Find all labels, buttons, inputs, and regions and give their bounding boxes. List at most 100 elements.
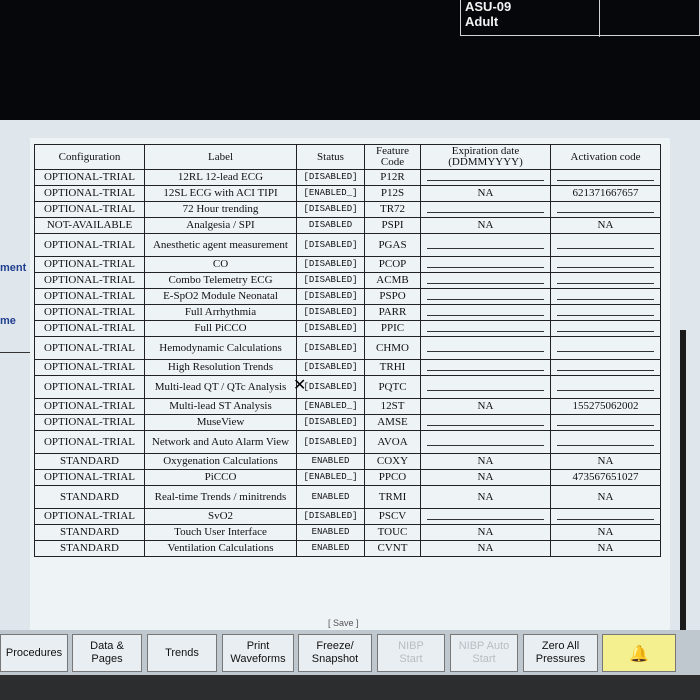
table-row[interactable]: STANDARD Oxygenation Calculations ENABLED C…: [34, 453, 661, 470]
activation-cell[interactable]: [550, 430, 661, 454]
empty-entry-field[interactable]: [557, 174, 654, 181]
activation-cell[interactable]: 621371667657: [550, 185, 661, 202]
activation-cell[interactable]: 155275062002: [550, 398, 661, 415]
activation-cell[interactable]: [550, 201, 661, 218]
activation-cell[interactable]: [550, 336, 661, 360]
activation-cell[interactable]: NA: [550, 217, 661, 234]
activation-cell[interactable]: NA: [550, 453, 661, 470]
expiration-cell[interactable]: NA: [420, 540, 551, 557]
empty-entry-field[interactable]: [557, 242, 654, 249]
activation-cell[interactable]: NA: [550, 540, 661, 557]
expiration-cell[interactable]: [420, 288, 551, 305]
table-row[interactable]: OPTIONAL-TRIAL CO [DISABLED] PCOP: [34, 256, 661, 273]
table-row[interactable]: NOT-AVAILABLE Analgesia / SPI DISABLED PSPI…: [34, 217, 661, 234]
table-row[interactable]: STANDARD Real-time Trends / minitrends ENA…: [34, 485, 661, 509]
empty-entry-field[interactable]: [427, 293, 544, 300]
activation-cell[interactable]: [550, 414, 661, 431]
expiration-cell[interactable]: [420, 256, 551, 273]
empty-entry-field[interactable]: [427, 261, 544, 268]
empty-entry-field[interactable]: [427, 309, 544, 316]
empty-entry-field[interactable]: [557, 277, 654, 284]
empty-entry-field[interactable]: [427, 513, 544, 520]
table-row[interactable]: STANDARD Touch User Interface ENABLED TOUC N…: [34, 524, 661, 541]
activation-cell[interactable]: 473567651027: [550, 469, 661, 486]
table-row[interactable]: OPTIONAL-TRIAL Full Arrhythmia [DISABLED] P…: [34, 304, 661, 321]
expiration-cell[interactable]: NA: [420, 398, 551, 415]
trends-button[interactable]: Trends: [147, 634, 217, 672]
empty-entry-field[interactable]: [557, 206, 654, 213]
expiration-cell[interactable]: [420, 320, 551, 337]
table-row[interactable]: OPTIONAL-TRIAL Full PiCCO [DISABLED] PPIC: [34, 320, 661, 337]
freeze-snapshot-button[interactable]: Freeze/ Snapshot: [298, 634, 372, 672]
empty-entry-field[interactable]: [427, 384, 544, 391]
zero-all-pressures-button[interactable]: Zero All Pressures: [523, 634, 598, 672]
expiration-cell[interactable]: NA: [420, 485, 551, 509]
data-pages-button[interactable]: Data & Pages: [72, 634, 142, 672]
empty-entry-field[interactable]: [427, 325, 544, 332]
empty-entry-field[interactable]: [427, 174, 544, 181]
expiration-cell[interactable]: [420, 375, 551, 399]
empty-entry-field[interactable]: [557, 293, 654, 300]
empty-entry-field[interactable]: [427, 439, 544, 446]
expiration-cell[interactable]: NA: [420, 469, 551, 486]
left-menu-item-1[interactable]: ment: [0, 262, 26, 274]
activation-cell[interactable]: [550, 320, 661, 337]
activation-cell[interactable]: [550, 256, 661, 273]
table-row[interactable]: OPTIONAL-TRIAL Multi-lead ST Analysis [ENA…: [34, 398, 661, 415]
procedures-button[interactable]: Procedures: [0, 634, 68, 672]
expiration-cell[interactable]: [420, 359, 551, 376]
print-waveforms-button[interactable]: Print Waveforms: [222, 634, 294, 672]
empty-entry-field[interactable]: [427, 242, 544, 249]
table-row[interactable]: OPTIONAL-TRIAL SvO2 [DISABLED] PSCV: [34, 508, 661, 525]
empty-entry-field[interactable]: [557, 439, 654, 446]
scrollbar[interactable]: [680, 330, 686, 660]
empty-entry-field[interactable]: [427, 206, 544, 213]
expiration-cell[interactable]: [420, 169, 551, 186]
activation-cell[interactable]: NA: [550, 524, 661, 541]
patient-info-box[interactable]: ASU-09 Adult: [460, 0, 700, 37]
empty-entry-field[interactable]: [557, 261, 654, 268]
expiration-cell[interactable]: NA: [420, 217, 551, 234]
activation-cell[interactable]: NA: [550, 485, 661, 509]
table-row[interactable]: OPTIONAL-TRIAL PiCCO [ENABLED_] PPCO NA 47356…: [34, 469, 661, 486]
empty-entry-field[interactable]: [427, 364, 544, 371]
nibp-auto-start-button[interactable]: NIBP Auto Start: [450, 634, 518, 672]
left-menu-item-2[interactable]: me: [0, 315, 16, 327]
table-row[interactable]: OPTIONAL-TRIAL Combo Telemetry ECG [DISABL…: [34, 272, 661, 289]
empty-entry-field[interactable]: [427, 277, 544, 284]
table-row[interactable]: OPTIONAL-TRIAL 12SL ECG with ACI TIPI [ENA…: [34, 185, 661, 202]
empty-entry-field[interactable]: [427, 345, 544, 352]
activation-cell[interactable]: [550, 272, 661, 289]
empty-entry-field[interactable]: [557, 419, 654, 426]
table-row[interactable]: OPTIONAL-TRIAL Hemodynamic Calculations [D…: [34, 336, 661, 360]
alarm-silence-button[interactable]: 🔔: [602, 634, 676, 672]
empty-entry-field[interactable]: [557, 364, 654, 371]
empty-entry-field[interactable]: [557, 325, 654, 332]
expiration-cell[interactable]: NA: [420, 453, 551, 470]
activation-cell[interactable]: [550, 288, 661, 305]
expiration-cell[interactable]: [420, 272, 551, 289]
table-row[interactable]: OPTIONAL-TRIAL E-SpO2 Module Neonatal [DIS…: [34, 288, 661, 305]
expiration-cell[interactable]: NA: [420, 524, 551, 541]
empty-entry-field[interactable]: [427, 419, 544, 426]
empty-entry-field[interactable]: [557, 513, 654, 520]
save-button[interactable]: [ Save ]: [328, 618, 359, 628]
table-row[interactable]: STANDARD Ventilation Calculations ENABLED C…: [34, 540, 661, 557]
expiration-cell[interactable]: NA: [420, 185, 551, 202]
expiration-cell[interactable]: [420, 304, 551, 321]
empty-entry-field[interactable]: [557, 384, 654, 391]
activation-cell[interactable]: [550, 375, 661, 399]
nibp-start-button[interactable]: NIBP Start: [377, 634, 445, 672]
expiration-cell[interactable]: [420, 336, 551, 360]
table-row[interactable]: OPTIONAL-TRIAL High Resolution Trends [DIS…: [34, 359, 661, 376]
table-row[interactable]: OPTIONAL-TRIAL Multi-lead QT / QTc Analys…: [34, 375, 661, 399]
table-row[interactable]: OPTIONAL-TRIAL 72 Hour trending [DISABLED]…: [34, 201, 661, 218]
table-row[interactable]: OPTIONAL-TRIAL MuseView [DISABLED] AMSE: [34, 414, 661, 431]
expiration-cell[interactable]: [420, 414, 551, 431]
activation-cell[interactable]: [550, 169, 661, 186]
empty-entry-field[interactable]: [557, 345, 654, 352]
expiration-cell[interactable]: [420, 430, 551, 454]
table-row[interactable]: OPTIONAL-TRIAL Network and Auto Alarm Vie…: [34, 430, 661, 454]
activation-cell[interactable]: [550, 304, 661, 321]
empty-entry-field[interactable]: [557, 309, 654, 316]
